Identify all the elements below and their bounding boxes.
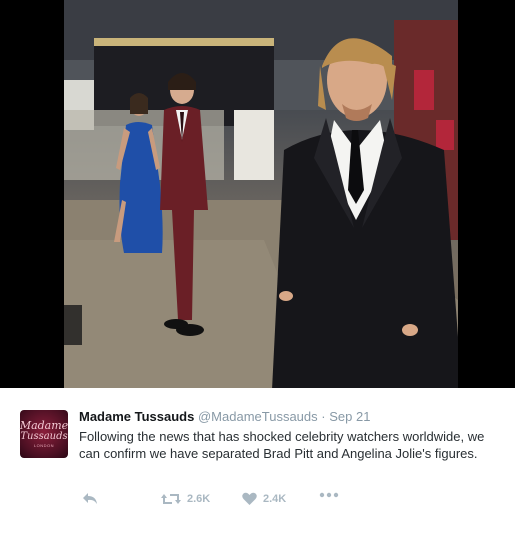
more-options-button[interactable] (319, 492, 339, 498)
tweet-actions: 2.6K 2.4K (79, 492, 379, 512)
avatar-logo-line2: Tussauds (20, 431, 68, 442)
tweet-card: Madame Tussauds LONDON Madame Tussauds @… (0, 388, 515, 534)
like-count: 2.4K (263, 493, 287, 505)
heart-icon (242, 492, 257, 505)
tweet-photo-frame (0, 0, 515, 388)
user-handle[interactable]: @MadameTussauds (198, 409, 318, 424)
tweet-text: Following the news that has shocked cele… (79, 429, 485, 461)
reply-icon (83, 493, 97, 504)
retweet-button[interactable]: 2.6K (161, 492, 210, 506)
separator-dot: · (321, 409, 326, 424)
avatar-logo-line1: Madame (19, 419, 69, 432)
avatar[interactable]: Madame Tussauds LONDON (20, 410, 68, 458)
like-button[interactable]: 2.4K (242, 492, 286, 506)
tweet-photo[interactable] (64, 0, 458, 388)
more-dots-icon (319, 492, 339, 498)
avatar-logo-line3: LONDON (33, 443, 55, 448)
tweet-date[interactable]: Sep 21 (329, 409, 370, 424)
wax-figures-photo (64, 0, 458, 388)
tweet-header: Madame Tussauds @MadameTussauds · Sep 21 (79, 409, 370, 424)
retweet-icon (161, 494, 181, 504)
reply-button[interactable] (82, 492, 98, 506)
retweet-count: 2.6K (187, 493, 211, 505)
display-name[interactable]: Madame Tussauds (79, 409, 194, 424)
